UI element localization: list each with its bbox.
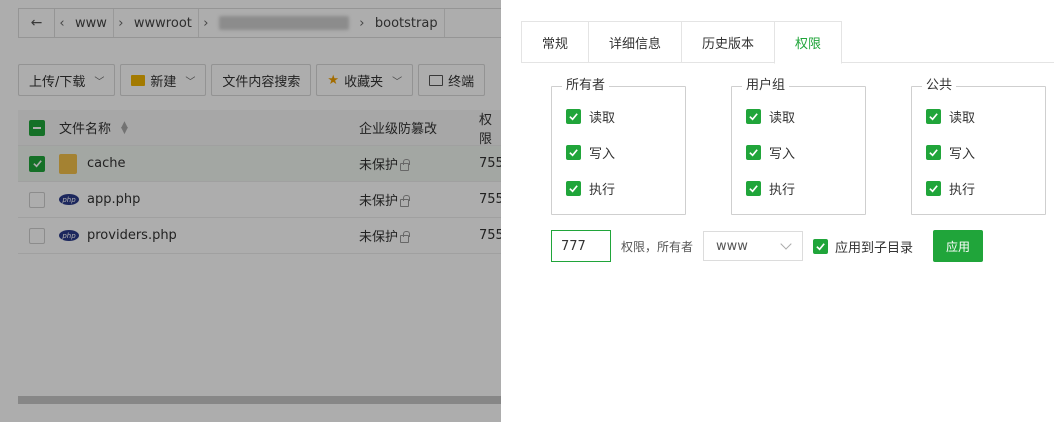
option-label: 读取 bbox=[949, 111, 976, 126]
option-label: 写入 bbox=[949, 147, 976, 162]
option-label: 写入 bbox=[589, 147, 616, 162]
owner-select-value: www bbox=[716, 238, 748, 254]
group-execute-checkbox[interactable] bbox=[746, 181, 761, 196]
file-properties-panel: 常规 详细信息 历史版本 权限 所有者 读取 写入 执行 用户组 读取 写入 执… bbox=[501, 0, 1054, 422]
public-write-checkbox[interactable] bbox=[926, 145, 941, 160]
check-icon bbox=[749, 149, 758, 157]
check-icon bbox=[929, 185, 938, 193]
owner-write-checkbox[interactable] bbox=[566, 145, 581, 160]
permission-apply-row: 权限，所有者 www 应用到子目录 应用 bbox=[551, 230, 984, 262]
check-icon bbox=[929, 149, 938, 157]
check-icon bbox=[749, 185, 758, 193]
owner-execute-checkbox[interactable] bbox=[566, 181, 581, 196]
owner-select[interactable]: www bbox=[703, 231, 804, 261]
public-read-option[interactable]: 读取 bbox=[926, 107, 975, 126]
option-label: 写入 bbox=[769, 147, 796, 162]
group-write-checkbox[interactable] bbox=[746, 145, 761, 160]
permission-mode-input[interactable] bbox=[551, 230, 611, 262]
owner-read-checkbox[interactable] bbox=[566, 109, 581, 124]
properties-tabs: 常规 详细信息 历史版本 权限 bbox=[521, 21, 1054, 64]
apply-subdir-checkbox[interactable] bbox=[813, 238, 829, 254]
apply-subdir-label: 应用到子目录 bbox=[835, 240, 914, 256]
group-read-checkbox[interactable] bbox=[746, 109, 761, 124]
group-title: 所有者 bbox=[562, 78, 610, 94]
modal-overlay[interactable] bbox=[0, 0, 501, 422]
public-read-checkbox[interactable] bbox=[926, 109, 941, 124]
chevron-down-icon bbox=[780, 238, 792, 250]
public-execute-checkbox[interactable] bbox=[926, 181, 941, 196]
check-icon bbox=[929, 113, 938, 121]
owner-read-option[interactable]: 读取 bbox=[566, 107, 615, 126]
group-title: 公共 bbox=[922, 78, 957, 94]
tab-history[interactable]: 历史版本 bbox=[681, 21, 775, 63]
apply-button[interactable]: 应用 bbox=[933, 230, 984, 262]
group-execute-option[interactable]: 执行 bbox=[746, 179, 795, 198]
check-icon bbox=[749, 113, 758, 121]
option-label: 读取 bbox=[589, 111, 616, 126]
check-icon bbox=[569, 185, 578, 193]
check-icon bbox=[569, 149, 578, 157]
owner-write-option[interactable]: 写入 bbox=[566, 143, 615, 162]
check-icon bbox=[816, 242, 825, 250]
group-write-option[interactable]: 写入 bbox=[746, 143, 795, 162]
option-label: 执行 bbox=[949, 183, 976, 198]
option-label: 执行 bbox=[769, 183, 796, 198]
check-icon bbox=[569, 113, 578, 121]
group-read-option[interactable]: 读取 bbox=[746, 107, 795, 126]
apply-subdir-option[interactable]: 应用到子目录 bbox=[813, 237, 913, 256]
public-execute-option[interactable]: 执行 bbox=[926, 179, 975, 198]
public-write-option[interactable]: 写入 bbox=[926, 143, 975, 162]
owner-execute-option[interactable]: 执行 bbox=[566, 179, 615, 198]
public-permission-group: 公共 读取 写入 执行 bbox=[911, 78, 1046, 215]
group-title: 用户组 bbox=[742, 78, 790, 94]
owner-permission-group: 所有者 读取 写入 执行 bbox=[551, 78, 686, 215]
tab-general[interactable]: 常规 bbox=[521, 21, 589, 63]
tab-permissions[interactable]: 权限 bbox=[774, 21, 843, 64]
option-label: 读取 bbox=[769, 111, 796, 126]
owner-label: 权限，所有者 bbox=[621, 239, 694, 254]
file-manager: ← ‹ www › wwwroot › › bootstrap 上传/下载 ﹀ … bbox=[0, 0, 501, 422]
tab-details[interactable]: 详细信息 bbox=[588, 21, 682, 63]
option-label: 执行 bbox=[589, 183, 616, 198]
usergroup-permission-group: 用户组 读取 写入 执行 bbox=[731, 78, 866, 215]
